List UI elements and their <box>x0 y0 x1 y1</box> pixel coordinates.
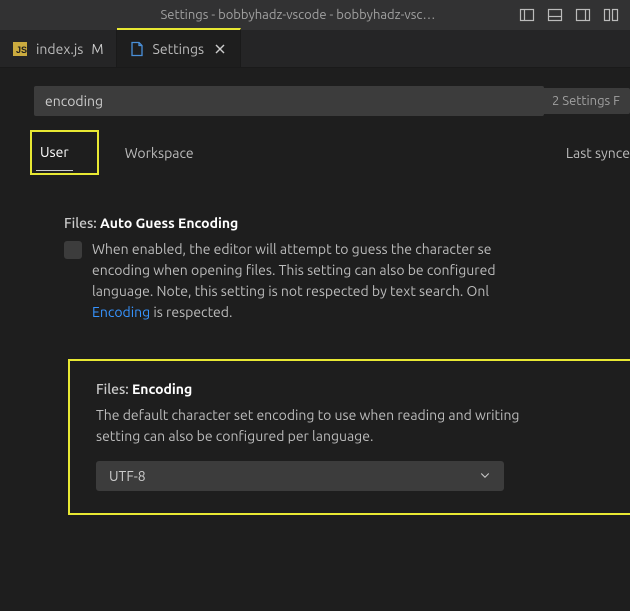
panel-right-icon[interactable] <box>574 8 592 22</box>
setting-category: Files: <box>64 215 97 231</box>
desc-line: setting can also be configured per langu… <box>96 428 373 444</box>
desc-line: is respected. <box>150 304 232 320</box>
layout-controls <box>518 8 622 22</box>
tab-settings[interactable]: Settings <box>117 28 242 67</box>
settings-scope-row: User Workspace Last synce <box>42 130 630 175</box>
encoding-dropdown[interactable]: UTF-8 <box>96 461 504 491</box>
setting-name: Auto Guess Encoding <box>100 215 238 231</box>
setting-description: The default character set encoding to us… <box>96 405 614 447</box>
editor-tabs: JS index.js M Settings <box>0 30 630 68</box>
desc-line: encoding when opening files. This settin… <box>92 262 496 278</box>
js-file-icon: JS <box>12 41 28 57</box>
settings-list: Files: Auto Guess Encoding When enabled,… <box>34 215 630 515</box>
panel-bottom-icon[interactable] <box>546 8 564 22</box>
settings-editor: 2 Settings F User Workspace Last synce F… <box>0 68 630 515</box>
close-icon[interactable] <box>212 41 228 57</box>
title-bar: Settings - bobbyhadz-vscode - bobbyhadz-… <box>0 0 630 30</box>
tab-dirty-indicator: M <box>91 41 103 57</box>
dropdown-value: UTF-8 <box>109 468 146 484</box>
scope-tab-workspace[interactable]: Workspace <box>121 135 198 171</box>
desc-line: language. Note, this setting is not resp… <box>92 283 489 299</box>
chevron-down-icon <box>479 468 491 484</box>
search-row: 2 Settings F <box>34 86 630 116</box>
setting-title: Files: Encoding <box>96 381 614 397</box>
setting-name: Encoding <box>132 381 192 397</box>
setting-auto-guess-encoding: Files: Auto Guess Encoding When enabled,… <box>64 215 630 323</box>
panel-left-icon[interactable] <box>518 8 536 22</box>
desc-line: The default character set encoding to us… <box>96 407 520 423</box>
tab-index-js[interactable]: JS index.js M <box>0 30 117 67</box>
desc-line: When enabled, the editor will attempt to… <box>92 241 491 257</box>
tab-label: index.js <box>36 41 83 57</box>
tab-label: Settings <box>153 41 205 57</box>
settings-search-input[interactable] <box>34 86 544 116</box>
svg-text:JS: JS <box>16 45 27 55</box>
scope-user-highlight: User <box>30 130 99 175</box>
customize-layout-icon[interactable] <box>602 8 620 22</box>
scope-tab-user[interactable]: User <box>36 134 73 171</box>
setting-description: When enabled, the editor will attempt to… <box>92 239 496 323</box>
setting-encoding-highlight: Files: Encoding The default character se… <box>68 359 630 515</box>
setting-title: Files: Auto Guess Encoding <box>64 215 630 231</box>
settings-file-icon <box>129 41 145 57</box>
window-title: Settings - bobbyhadz-vscode - bobbyhadz-… <box>8 8 518 22</box>
setting-body: When enabled, the editor will attempt to… <box>64 239 630 323</box>
search-result-count: 2 Settings F <box>542 88 630 114</box>
link-files-encoding[interactable]: Encoding <box>92 304 150 320</box>
setting-category: Files: <box>96 381 129 397</box>
checkbox[interactable] <box>64 241 82 259</box>
last-synced-label: Last synce <box>566 145 630 161</box>
